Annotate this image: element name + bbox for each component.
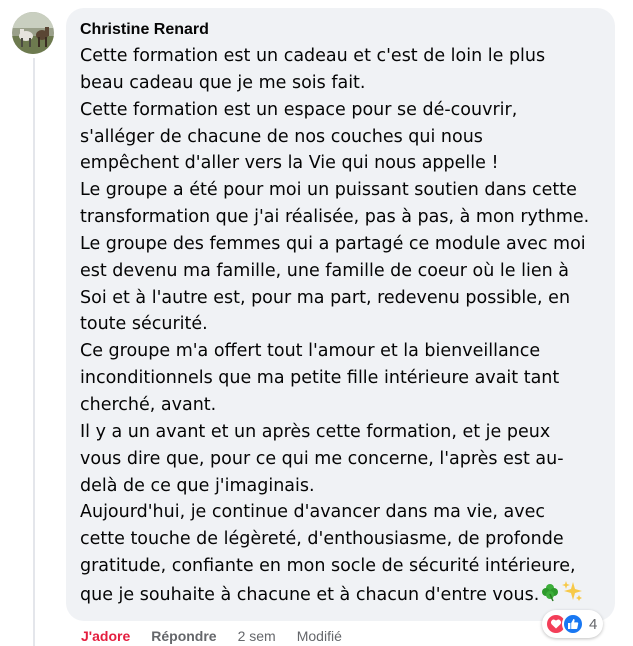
comment-line: Il y a un avant et un après cette format… (80, 421, 551, 442)
comment-line: Ce groupe m'a offert tout l'amour et la … (80, 341, 541, 362)
comment-last-line: que je souhaite à chacune et à chacun d'… (80, 580, 603, 611)
comment-line: Soi et à l'autre est, pour ma part, rede… (80, 287, 571, 308)
comment-line: Le groupe des femmes qui a partagé ce mo… (80, 233, 586, 254)
love-reaction-button[interactable]: J'adore (81, 628, 130, 644)
avatar-photo-icon (12, 12, 54, 54)
comment-line: Aujourd'hui, je continue d'avancer dans … (80, 502, 546, 523)
comment-line: vous dire que, pour ce qui me concerne, … (80, 448, 564, 469)
sparkles-icon (561, 580, 583, 611)
comment-line: delà de ce que j'imaginais. (80, 475, 315, 496)
comment-bubble: Christine Renard Cette formation est un … (66, 8, 615, 621)
thread-line (33, 58, 35, 646)
comment-line: Le groupe a été pour moi un puissant sou… (80, 180, 577, 201)
reaction-count: 4 (589, 615, 598, 633)
comment-line: empêchent d'aller vers la Vie qui nous a… (80, 153, 499, 174)
edited-label[interactable]: Modifié (297, 628, 342, 644)
comment-line: que je souhaite à chacune et à chacun d'… (80, 584, 540, 605)
reactions-summary[interactable]: 4 (542, 610, 604, 638)
comment-actions: J'adore Répondre 2 sem Modifié (81, 626, 363, 646)
comment-line: toute sécurité. (80, 314, 208, 335)
comment-line: s'alléger de chacune de nos couches qui … (80, 126, 483, 147)
timestamp-link[interactable]: 2 sem (238, 628, 276, 644)
comment-line: inconditionnels que ma petite fille inté… (80, 368, 560, 389)
comment-author[interactable]: Christine Renard (80, 20, 603, 42)
four-leaf-clover-icon (540, 582, 560, 611)
comment-line: Cette formation est un cadeau et c'est d… (80, 46, 546, 66)
comment-line: est devenu ma famille, une famille de co… (80, 260, 569, 281)
comment-line: cherché, avant. (80, 394, 217, 415)
comment-line: cette touche de légèreté, d'enthousiasme… (80, 529, 564, 550)
comment-line: transformation que j'ai réalisée, pas à … (80, 207, 590, 228)
comment-line: gratitude, confiante en mon socle de séc… (80, 556, 576, 577)
comment-text: Cette formation est un cadeau et c'est d… (80, 43, 603, 611)
avatar[interactable] (12, 12, 54, 54)
reply-button[interactable]: Répondre (151, 628, 216, 644)
comment-line: beau cadeau que je me sois fait. (80, 72, 366, 93)
like-reaction-icon (562, 613, 584, 635)
comment-line: Cette formation est un espace pour se dé… (80, 99, 518, 120)
